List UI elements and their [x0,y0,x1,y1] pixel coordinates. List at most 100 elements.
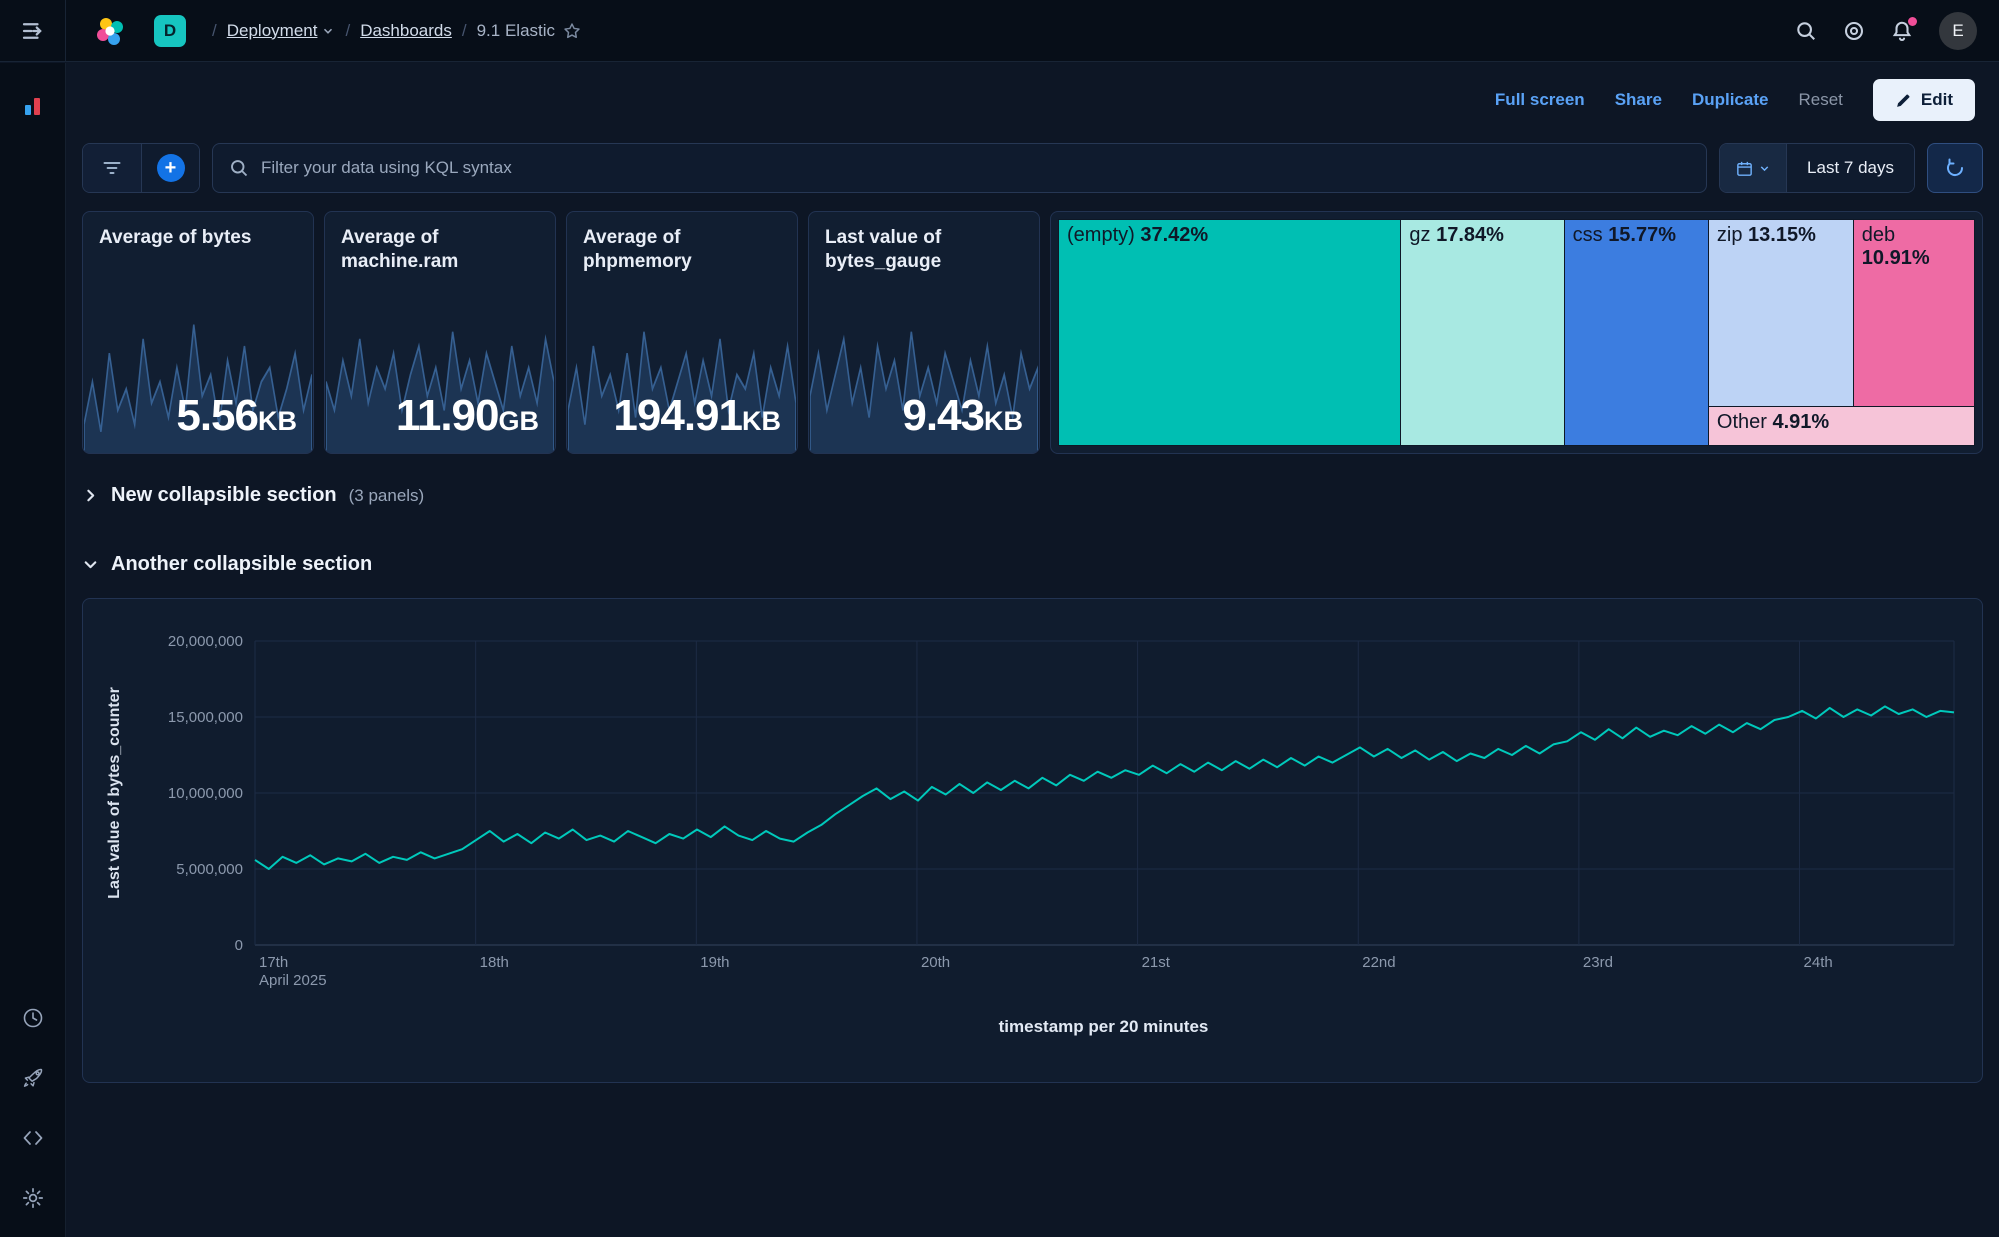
section-title: New collapsible section [111,484,337,507]
dashboard-content: Full screen Share Duplicate Reset Edit + [66,63,1999,1237]
add-filter-button[interactable]: + [141,144,199,192]
sidebar-item-recent[interactable] [12,997,54,1039]
metric-panel-average-machine-ram[interactable]: Average of machine.ram 11.90GB [324,211,556,454]
bytes-counter-line-chart: 05,000,00010,000,00015,000,00020,000,000… [95,613,1972,1013]
time-range-label[interactable]: Last 7 days [1786,144,1914,192]
filter-icon[interactable] [83,144,141,192]
kql-search-input[interactable] [259,157,1690,179]
breadcrumb-separator: / [345,21,350,41]
metric-value: 194.91KB [613,391,781,441]
metric-panel-average-phpmemory[interactable]: Average of phpmemory 194.91KB [566,211,798,454]
metric-title: Average of machine.ram [341,226,539,274]
left-sidebar [0,63,66,1237]
svg-text:23rd: 23rd [1583,954,1613,971]
metrics-row: Average of bytes 5.56KB Average of machi… [82,211,1983,454]
svg-text:18th: 18th [480,954,509,971]
deployment-badge[interactable]: D [154,15,186,47]
edit-button[interactable]: Edit [1873,79,1975,121]
dashboard-action-bar: Full screen Share Duplicate Reset Edit [66,63,1999,137]
breadcrumb-current: 9.1 Elastic [477,21,581,41]
refresh-button[interactable] [1927,143,1983,193]
sidebar-item-analytics[interactable] [12,85,54,127]
calendar-button[interactable] [1720,144,1786,192]
notification-dot [1908,17,1917,26]
svg-text:Last value of bytes_counter: Last value of bytes_counter [106,687,123,899]
assistant-icon[interactable] [1843,20,1865,42]
pencil-icon [1895,92,1912,109]
elastic-logo[interactable] [94,15,126,47]
chevron-down-icon [321,24,335,38]
duplicate-button[interactable]: Duplicate [1692,90,1769,110]
svg-text:24th: 24th [1804,954,1833,971]
sidebar-item-settings[interactable] [12,1177,54,1219]
plus-icon: + [157,154,185,182]
header-right: E [1795,12,1999,50]
sidebar-item-getting-started[interactable] [12,1057,54,1099]
treemap-cell-css[interactable]: css 15.77% [1565,220,1709,445]
svg-text:20th: 20th [921,954,950,971]
kibana-dashboard-app: D / Deployment / Dashboards / 9.1 Elasti… [0,0,1999,1237]
metric-title: Last value of bytes_gauge [825,226,1023,274]
treemap-cell-other[interactable]: Other 4.91% [1709,407,1974,445]
kql-search-box [212,143,1707,193]
clock-icon [21,1006,45,1030]
share-button[interactable]: Share [1615,90,1662,110]
breadcrumb-dashboards[interactable]: Dashboards [360,21,452,41]
treemap-cell-gz[interactable]: gz 17.84% [1401,220,1564,445]
treemap-cell-deb[interactable]: deb 10.91% [1854,220,1974,407]
reset-button[interactable]: Reset [1798,90,1842,110]
svg-text:20,000,000: 20,000,000 [168,633,243,650]
global-header: D / Deployment / Dashboards / 9.1 Elasti… [0,0,1999,62]
avatar[interactable]: E [1939,12,1977,50]
filter-controls: + [82,143,200,193]
treemap-cell-zip[interactable]: zip 13.15% [1709,220,1854,407]
metric-value: 5.56KB [176,391,297,441]
breadcrumb-deployment[interactable]: Deployment [227,21,336,41]
x-axis-title: timestamp per 20 minutes [166,1017,1999,1037]
section-panel-count: (3 panels) [349,486,425,506]
section-new-collapsible[interactable]: New collapsible section (3 panels) [82,484,1983,507]
treemap: (empty) 37.42%gz 17.84%css 15.77%zip 13.… [1059,220,1974,445]
svg-text:0: 0 [235,937,243,954]
gear-icon [21,1186,45,1210]
svg-text:5,000,000: 5,000,000 [176,861,243,878]
section-title: Another collapsible section [111,553,372,576]
treemap-panel[interactable]: (empty) 37.42%gz 17.84%css 15.77%zip 13.… [1050,211,1983,454]
svg-text:April 2025: April 2025 [259,972,327,989]
line-chart-panel[interactable]: 05,000,00010,000,00015,000,00020,000,000… [82,598,1983,1083]
filter-bar: + Last 7 days [82,143,1983,193]
analytics-icon [21,94,45,118]
breadcrumb-separator: / [212,21,217,41]
rocket-icon [21,1066,45,1090]
svg-text:15,000,000: 15,000,000 [168,709,243,726]
breadcrumb-dashboards-label: Dashboards [360,21,452,41]
dashboard-title: 9.1 Elastic [477,21,555,41]
metric-value: 9.43KB [902,391,1023,441]
svg-text:22nd: 22nd [1362,954,1395,971]
metric-value: 11.90GB [396,391,539,441]
header-left: D / Deployment / Dashboards / 9.1 Elasti… [0,0,1795,62]
chevron-down-icon [1758,162,1771,175]
breadcrumb-deployment-label: Deployment [227,21,318,41]
metric-panel-average-bytes[interactable]: Average of bytes 5.56KB [82,211,314,454]
chevron-down-icon [82,556,99,573]
breadcrumb-separator: / [462,21,467,41]
search-icon [229,158,249,178]
sidebar-item-dev-tools[interactable] [12,1117,54,1159]
svg-text:17th: 17th [259,954,288,971]
metric-panel-last-bytes-gauge[interactable]: Last value of bytes_gauge 9.43KB [808,211,1040,454]
breadcrumb: / Deployment / Dashboards / 9.1 Elastic [212,21,581,41]
metric-title: Average of bytes [99,226,297,250]
notifications-icon[interactable] [1891,20,1913,42]
svg-text:19th: 19th [700,954,729,971]
edit-button-label: Edit [1921,90,1953,110]
star-icon[interactable] [563,22,581,40]
time-picker: Last 7 days [1719,143,1915,193]
treemap-cell-empty[interactable]: (empty) 37.42% [1059,220,1401,445]
full-screen-button[interactable]: Full screen [1495,90,1585,110]
menu-expand-icon[interactable] [0,0,66,62]
search-icon[interactable] [1795,20,1817,42]
svg-text:21st: 21st [1142,954,1171,971]
calendar-icon [1735,159,1754,178]
section-another-collapsible[interactable]: Another collapsible section [82,553,1983,576]
